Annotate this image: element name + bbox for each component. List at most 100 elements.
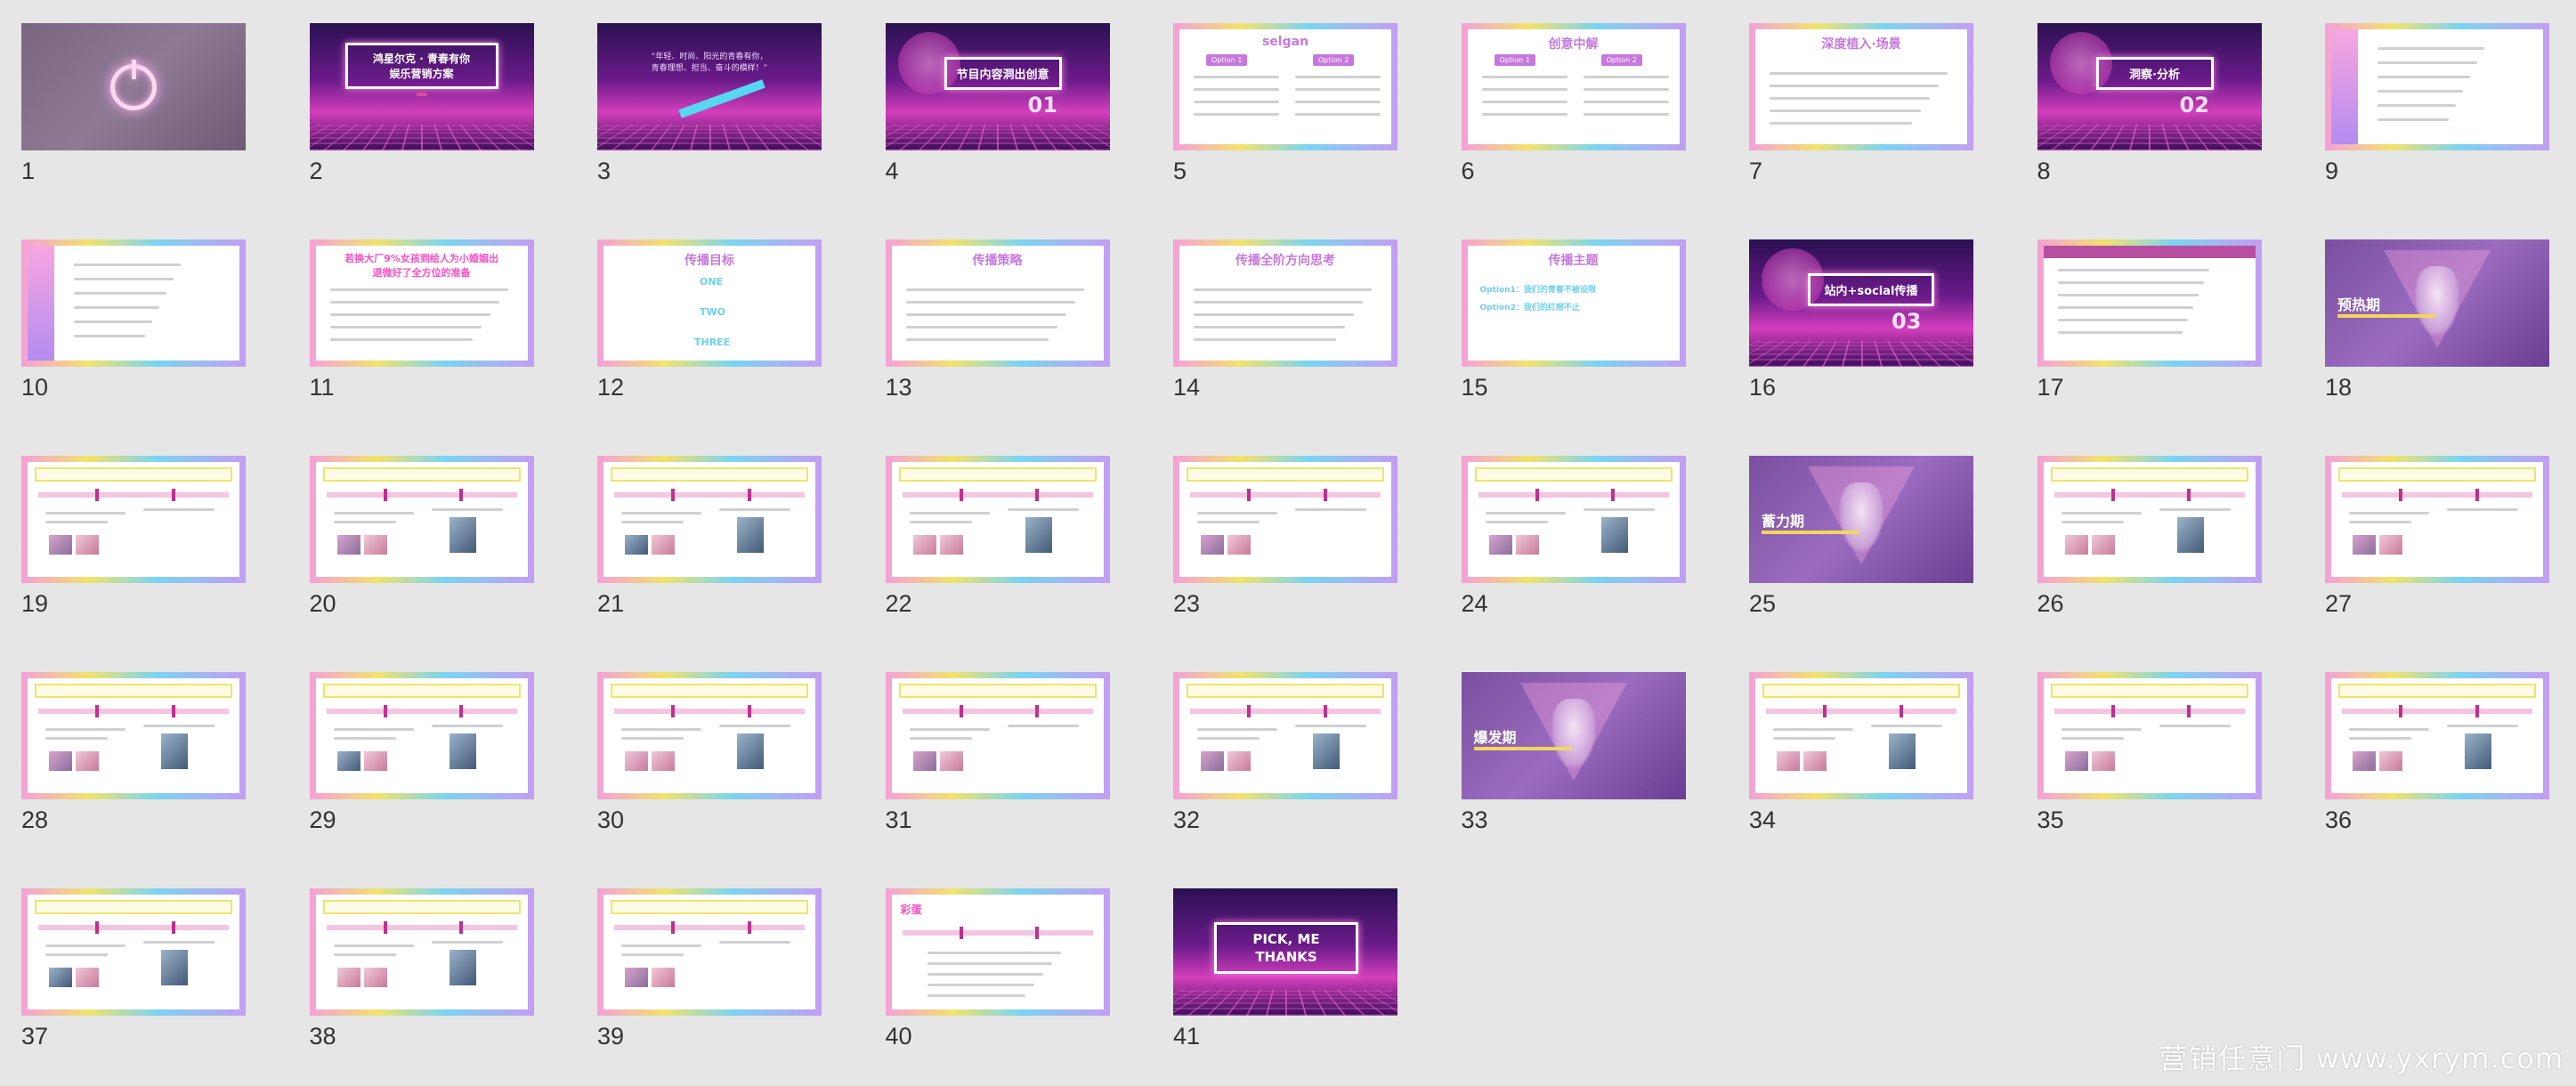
slide-cell: 36 <box>2325 672 2549 833</box>
slide-cell: 35 <box>2037 672 2262 833</box>
option-2-tag: Option 2 <box>1313 54 1355 66</box>
slide-number: 1 <box>21 158 36 184</box>
slide-number: 5 <box>1173 158 1187 184</box>
option-1-tag: Option 1 <box>1206 54 1248 66</box>
slide-thumbnail-2[interactable]: 鸿星尔克 · 青春有你 娱乐营销方案 <box>309 23 534 150</box>
slide-number: 25 <box>1749 590 1777 617</box>
slide-thumbnail-37[interactable] <box>21 888 246 1016</box>
photo-thumb <box>652 968 675 987</box>
goal-two: TWO <box>700 306 725 318</box>
slide-thumbnail-31[interactable] <box>885 672 1110 799</box>
slide-number: 24 <box>1461 590 1488 617</box>
photo-thumb <box>737 733 764 769</box>
slide-thumbnail-29[interactable] <box>309 672 534 799</box>
phase-underline <box>1473 747 1572 750</box>
text-line <box>143 725 215 727</box>
slide-cell: 节目内容洞出创意 01 4 <box>885 23 1110 184</box>
header-strip <box>1187 684 1384 698</box>
slide-thumbnail-25[interactable]: 蓄力期 <box>1749 456 1973 583</box>
slide-thumbnail-24[interactable] <box>1461 456 1686 583</box>
slide-number: 39 <box>597 1023 625 1050</box>
text-line <box>2349 728 2429 731</box>
slide-thumbnail-11[interactable]: 若换大厂9%女孩到绘人为小婚姻出 退微好了全方位的准备 <box>309 239 534 367</box>
slide-cell: 21 <box>597 456 822 617</box>
slide-thumbnail-23[interactable] <box>1173 456 1397 583</box>
phase-underline <box>2337 314 2435 318</box>
slide-thumbnail-10[interactable] <box>21 239 246 367</box>
timeline-bar <box>2054 489 2245 501</box>
slide-thumbnail-12[interactable]: 传播目标 ONE TWO THREE <box>597 239 822 367</box>
theme-option-1: Option1：我们的青春不被设限 <box>1479 286 1596 295</box>
photo-thumb <box>363 751 387 771</box>
text-line <box>1770 85 1939 87</box>
header-strip <box>2338 467 2536 482</box>
slide-title: 传播策略 <box>972 254 1023 268</box>
slide-thumbnail-41[interactable]: PICK, ME THANKS <box>1173 888 1397 1016</box>
slide-number: 41 <box>1173 1023 1201 1050</box>
text-line <box>1583 88 1669 91</box>
photo-thumb <box>1488 535 1512 555</box>
photo-thumb <box>76 751 99 771</box>
option-1-tag: Option 1 <box>1494 54 1535 66</box>
slide-number: 4 <box>885 158 899 184</box>
slide-thumbnail-40[interactable]: 彩蛋 <box>885 888 1110 1016</box>
timeline-bar <box>614 705 805 717</box>
text-line <box>1583 508 1655 511</box>
slide-thumbnail-28[interactable] <box>21 672 246 799</box>
text-line <box>927 952 1061 954</box>
slide-thumbnail-39[interactable] <box>597 888 822 1016</box>
slide-thumbnail-8[interactable]: 洞察·分析 02 <box>2037 23 2262 150</box>
slide-thumbnail-16[interactable]: 站内+social传播 03 <box>1749 239 1973 367</box>
slide-thumbnail-5[interactable]: selgan Option 1 Option 2 <box>1173 23 1397 150</box>
slide-thumbnail-9[interactable] <box>2325 23 2549 150</box>
slide-thumbnail-3[interactable]: “年轻、时尚、阳光的青春有你， 青春理想、担当、奋斗的模样！” <box>597 23 822 150</box>
slide-thumbnail-17[interactable] <box>2037 239 2262 367</box>
slide-thumbnail-34[interactable] <box>1749 672 1973 799</box>
slide-thumbnail-36[interactable] <box>2325 672 2549 799</box>
text-line <box>329 326 482 328</box>
slide-thumbnail-6[interactable]: 创意中解 Option 1 Option 2 <box>1461 23 1686 150</box>
photo-thumb <box>2353 751 2376 771</box>
slide-thumbnail-13[interactable]: 传播策略 <box>885 239 1110 367</box>
grid-floor-decoration <box>1173 989 1397 1016</box>
slide-thumbnail-20[interactable] <box>309 456 534 583</box>
text-line <box>1770 72 1948 75</box>
slide-thumbnail-35[interactable] <box>2037 672 2262 799</box>
header-strip <box>322 900 521 914</box>
text-line <box>2378 47 2484 50</box>
slide-thumbnail-21[interactable] <box>597 456 822 583</box>
slide-cell: 17 <box>2037 239 2262 401</box>
header-strip <box>611 900 808 914</box>
slide-thumbnail-22[interactable] <box>885 456 1110 583</box>
text-line <box>1295 508 1366 511</box>
slide-thumbnail-30[interactable] <box>597 672 822 799</box>
text-line <box>1197 521 1260 523</box>
text-line <box>1481 76 1567 78</box>
text-line <box>45 944 126 947</box>
text-line <box>719 725 790 727</box>
slide-thumbnail-27[interactable] <box>2325 456 2549 583</box>
slide-cell: 31 <box>885 672 1110 833</box>
slide-thumbnail-4[interactable]: 节目内容洞出创意 01 <box>885 23 1110 150</box>
slide-thumbnail-18[interactable]: 预热期 <box>2325 239 2549 367</box>
text-line <box>2057 269 2209 272</box>
header-bar <box>2043 246 2256 258</box>
slide-thumbnail-7[interactable]: 深度植入·场景 <box>1749 23 1973 150</box>
slide-cell: 20 <box>309 456 534 617</box>
slide-cell: 预热期 18 <box>2325 239 2549 401</box>
slide-thumbnail-38[interactable] <box>309 888 534 1016</box>
photo-thumb <box>652 751 675 771</box>
header-strip <box>322 684 521 698</box>
slide-thumbnail-26[interactable] <box>2037 456 2262 583</box>
text-line <box>2447 725 2518 727</box>
slide-thumbnail-19[interactable] <box>21 456 246 583</box>
photo-thumb <box>2379 535 2402 555</box>
photo-thumb <box>449 950 476 985</box>
slide-thumbnail-32[interactable] <box>1173 672 1397 799</box>
slide-number: 18 <box>2325 374 2353 401</box>
header-strip <box>2050 467 2248 482</box>
slide-thumbnail-15[interactable]: 传播主题 Option1：我们的青春不被设限 Option2：我们的红根不止 <box>1461 239 1686 367</box>
slide-thumbnail-1[interactable] <box>21 23 246 150</box>
slide-thumbnail-33[interactable]: 爆发期 <box>1461 672 1686 799</box>
slide-thumbnail-14[interactable]: 传播全阶方向思考 <box>1173 239 1397 367</box>
